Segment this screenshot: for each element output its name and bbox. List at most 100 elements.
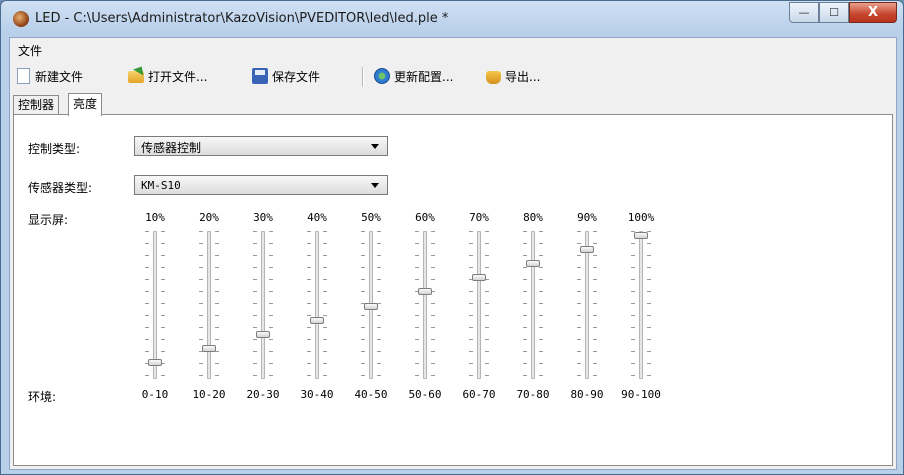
new-file-button[interactable]: 新建文件	[16, 66, 83, 86]
brightness-slider[interactable]	[506, 231, 560, 381]
brightness-level-label: 100%	[627, 211, 655, 224]
save-file-label: 保存文件	[272, 69, 321, 84]
minimize-button[interactable]: —	[789, 2, 819, 23]
export-label: 导出...	[505, 69, 541, 84]
export-button[interactable]: 导出...	[486, 66, 540, 86]
environment-range-label: 50-60	[408, 388, 442, 401]
brightness-level-label: 20%	[199, 211, 219, 224]
slider-ticks	[215, 231, 219, 379]
close-icon: X	[867, 5, 879, 20]
slider-ticks	[415, 231, 419, 379]
brightness-level-label: 80%	[523, 211, 543, 224]
close-button[interactable]: X	[849, 2, 897, 23]
brightness-sliders: 10% 0-10 20% 10-20 30% 20-30 40% 30-40 50% 40-50 6…	[128, 211, 668, 416]
environment-range-label: 10-20	[192, 388, 226, 401]
save-file-button[interactable]: 保存文件	[252, 66, 320, 86]
brightness-level-label: 60%	[415, 211, 435, 224]
sensor-type-select[interactable]: KM-S10	[134, 175, 388, 195]
brightness-slider[interactable]	[398, 231, 452, 381]
brightness-slider[interactable]	[452, 231, 506, 381]
new-file-icon	[17, 68, 30, 84]
slider-thumb[interactable]	[310, 317, 324, 324]
slider-thumb[interactable]	[364, 303, 378, 310]
slider-track	[207, 231, 211, 379]
brightness-slider[interactable]	[290, 231, 344, 381]
slider-ticks	[323, 231, 327, 379]
slider-ticks	[631, 231, 635, 379]
new-file-label: 新建文件	[35, 69, 84, 84]
slider-ticks	[307, 231, 311, 379]
dropdown-arrow-icon	[371, 183, 379, 188]
environment-range-label: 0-10	[141, 388, 169, 401]
update-config-button[interactable]: 更新配置...	[374, 66, 453, 86]
brightness-level-label: 40%	[307, 211, 327, 224]
brightness-level-label: 90%	[577, 211, 597, 224]
slider-track	[315, 231, 319, 379]
brightness-slider[interactable]	[128, 231, 182, 381]
brightness-panel: 控制类型: 传感器控制 传感器类型: KM-S10 显示屏: 环境: 10% 0-…	[13, 114, 893, 466]
open-file-label: 打开文件...	[148, 69, 208, 84]
slider-thumb[interactable]	[418, 288, 432, 295]
display-label: 显示屏:	[28, 213, 69, 227]
control-type-select[interactable]: 传感器控制	[134, 136, 388, 156]
slider-thumb[interactable]	[526, 260, 540, 267]
slider-thumb[interactable]	[580, 246, 594, 253]
brightness-slider[interactable]	[344, 231, 398, 381]
title-bar[interactable]: LED - C:\Users\Administrator\KazoVision\…	[1, 1, 903, 37]
maximize-button[interactable]: ☐	[819, 2, 849, 23]
brightness-slider[interactable]	[614, 231, 668, 381]
slider-track	[477, 231, 481, 379]
slider-thumb[interactable]	[472, 274, 486, 281]
slider-thumb[interactable]	[202, 345, 216, 352]
menu-bar: 文件	[10, 38, 896, 60]
floppy-disk-icon	[252, 68, 268, 84]
slider-ticks	[523, 231, 527, 379]
environment-label: 环境:	[28, 390, 57, 404]
slider-thumb[interactable]	[256, 331, 270, 338]
slider-ticks	[647, 231, 651, 379]
app-icon	[13, 11, 29, 27]
environment-range-label: 90-100	[621, 388, 661, 401]
slider-ticks	[539, 231, 543, 379]
maximize-icon: ☐	[829, 6, 839, 19]
slider-track	[531, 231, 535, 379]
brightness-slider[interactable]	[236, 231, 290, 381]
tab-brightness[interactable]: 亮度	[68, 93, 103, 116]
toolbar: 新建文件 打开文件... 保存文件 更新配置... 导出...	[10, 63, 896, 89]
slider-track	[585, 231, 589, 379]
slider-thumb[interactable]	[148, 359, 162, 366]
globe-refresh-icon	[374, 68, 390, 84]
slider-ticks	[431, 231, 435, 379]
minimize-icon: —	[798, 6, 810, 19]
brightness-level-label: 10%	[145, 211, 165, 224]
open-file-button[interactable]: 打开文件...	[128, 66, 207, 86]
slider-ticks	[593, 231, 597, 379]
slider-ticks	[269, 231, 273, 379]
tab-controller[interactable]: 控制器	[13, 95, 60, 115]
slider-thumb[interactable]	[634, 232, 648, 239]
slider-track	[153, 231, 157, 379]
sensor-type-value: KM-S10	[141, 179, 181, 192]
control-type-label: 控制类型:	[28, 142, 81, 156]
sensor-type-label: 传感器类型:	[28, 181, 93, 195]
brightness-level-label: 30%	[253, 211, 273, 224]
environment-range-label: 70-80	[516, 388, 550, 401]
dropdown-arrow-icon	[371, 144, 379, 149]
environment-range-label: 30-40	[300, 388, 334, 401]
update-config-label: 更新配置...	[394, 69, 454, 84]
slider-ticks	[577, 231, 581, 379]
brightness-level-label: 70%	[469, 211, 489, 224]
open-folder-icon	[128, 71, 144, 83]
menu-file[interactable]: 文件	[18, 42, 42, 59]
slider-ticks	[485, 231, 489, 379]
slider-ticks	[199, 231, 203, 379]
brightness-slider[interactable]	[560, 231, 614, 381]
environment-range-label: 20-30	[246, 388, 280, 401]
slider-ticks	[161, 231, 165, 379]
environment-range-label: 80-90	[570, 388, 604, 401]
app-window: LED - C:\Users\Administrator\KazoVision\…	[0, 0, 904, 475]
toolbar-separator	[362, 67, 364, 87]
brightness-slider[interactable]	[182, 231, 236, 381]
caption-buttons: — ☐ X	[789, 2, 897, 23]
client-area: 文件 新建文件 打开文件... 保存文件 更新配置... 导出... 控制器 亮…	[9, 37, 897, 470]
